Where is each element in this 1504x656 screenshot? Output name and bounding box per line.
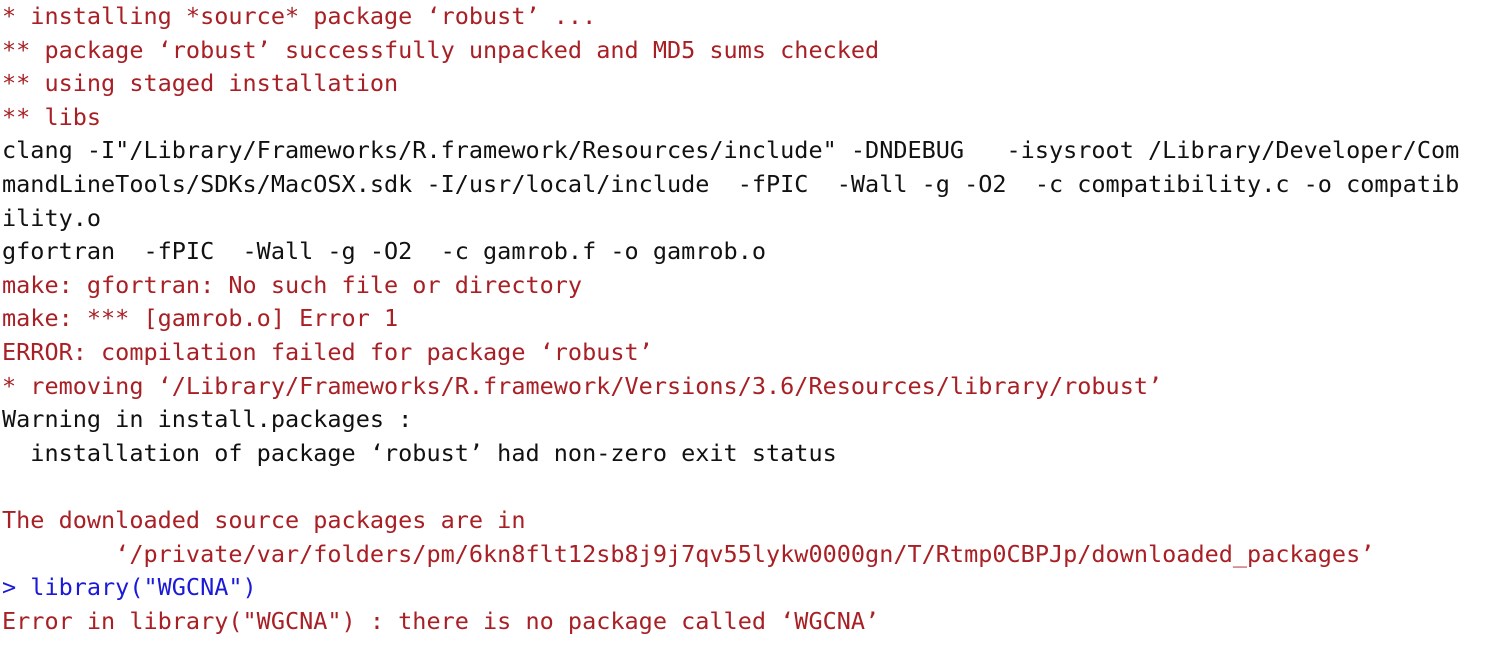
console-line-error: ** libs bbox=[2, 102, 102, 131]
console-line-error: ** package ‘robust’ successfully unpacke… bbox=[2, 35, 880, 64]
console-line-error: ‘/private/var/folders/pm/6kn8flt12sb8j9j… bbox=[2, 539, 1375, 568]
console-line-stdout: ility.o bbox=[2, 203, 102, 232]
console-line-stdout: mandLineTools/SDKs/MacOSX.sdk -I/usr/loc… bbox=[2, 169, 1460, 198]
console-line-error: make: gfortran: No such file or director… bbox=[2, 270, 583, 299]
console-line-stdout: clang -I"/Library/Frameworks/R.framework… bbox=[2, 136, 1460, 165]
console-line-error: make: *** [gamrob.o] Error 1 bbox=[2, 304, 399, 333]
console-line-error: Error in library("WGCNA") : there is no … bbox=[2, 606, 880, 635]
console-line-error: The downloaded source packages are in bbox=[2, 505, 526, 534]
console-line-prompt: > library("WGCNA") bbox=[2, 573, 257, 602]
console-line-error: * removing ‘/Library/Frameworks/R.framew… bbox=[2, 371, 1163, 400]
console-line-error: ** using staged installation bbox=[2, 69, 399, 98]
r-console-output[interactable]: * installing *source* package ‘robust’ .… bbox=[0, 0, 1504, 656]
console-line-error: ERROR: compilation failed for package ‘r… bbox=[2, 337, 653, 366]
console-line-stdout: Warning in install.packages : bbox=[2, 405, 413, 434]
console-line-stdout: gfortran -fPIC -Wall -g -O2 -c gamrob.f … bbox=[2, 237, 767, 266]
console-line-error: * installing *source* package ‘robust’ .… bbox=[2, 2, 597, 30]
console-line-stdout: installation of package ‘robust’ had non… bbox=[2, 438, 837, 467]
